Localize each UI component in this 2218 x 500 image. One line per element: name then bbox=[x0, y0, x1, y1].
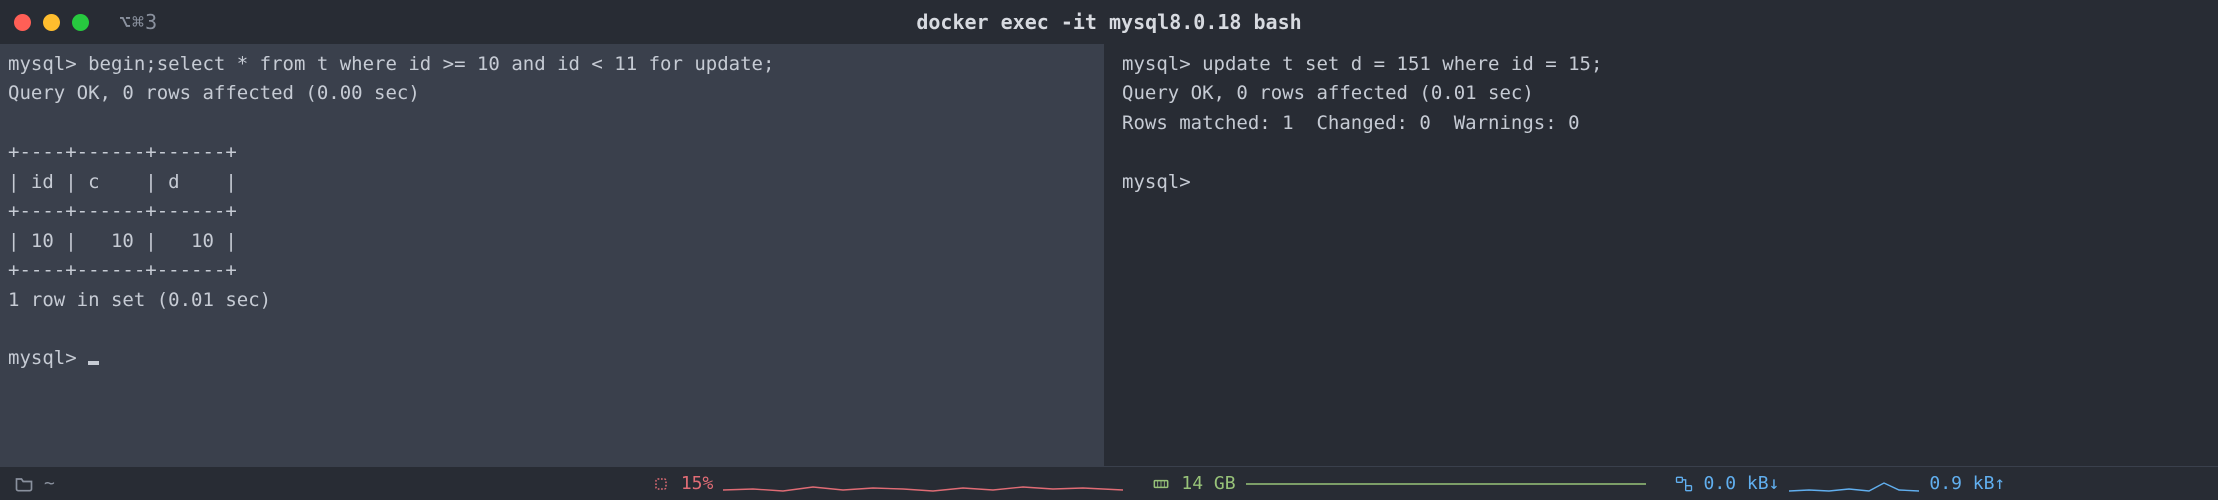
close-window-button[interactable] bbox=[14, 14, 31, 31]
network-sparkline bbox=[1789, 475, 1919, 493]
memory-value: 14 GB bbox=[1181, 473, 1235, 494]
terminal-pane-right[interactable]: mysql> update t set d = 151 where id = 1… bbox=[1104, 44, 2218, 466]
status-memory: 14 GB bbox=[1151, 473, 1645, 494]
folder-icon bbox=[14, 474, 34, 494]
memory-sparkline bbox=[1246, 475, 1646, 493]
network-download-value: 0.0 kB↓ bbox=[1704, 473, 1780, 494]
split-panes: mysql> begin;select * from t where id >=… bbox=[0, 44, 2218, 466]
minimize-window-button[interactable] bbox=[43, 14, 60, 31]
network-icon bbox=[1674, 474, 1694, 494]
terminal-output-left: mysql> begin;select * from t where id >=… bbox=[8, 53, 774, 369]
memory-icon bbox=[1151, 474, 1171, 494]
cwd-text: ~ bbox=[44, 473, 55, 494]
zoom-window-button[interactable] bbox=[72, 14, 89, 31]
cursor-icon bbox=[88, 361, 99, 365]
cpu-sparkline bbox=[723, 475, 1123, 493]
traffic-lights bbox=[14, 14, 89, 31]
titlebar: ⌥⌘3 docker exec -it mysql8.0.18 bash bbox=[0, 0, 2218, 44]
terminal-output-right: mysql> update t set d = 151 where id = 1… bbox=[1122, 53, 1602, 193]
status-cwd: ~ bbox=[14, 473, 55, 494]
window-title: docker exec -it mysql8.0.18 bash bbox=[916, 10, 1301, 34]
network-upload-value: 0.9 kB↑ bbox=[1929, 473, 2005, 494]
tab-shortcut-label: ⌥⌘3 bbox=[119, 10, 158, 34]
statusbar: ~ 15% 14 GB 0.0 kB↓ 0. bbox=[0, 466, 2218, 500]
cpu-value: 15% bbox=[681, 473, 714, 494]
cpu-icon bbox=[651, 474, 671, 494]
terminal-pane-left[interactable]: mysql> begin;select * from t where id >=… bbox=[0, 44, 1104, 466]
status-cpu: 15% bbox=[651, 473, 1124, 494]
status-network: 0.0 kB↓ 0.9 kB↑ bbox=[1674, 473, 2006, 494]
